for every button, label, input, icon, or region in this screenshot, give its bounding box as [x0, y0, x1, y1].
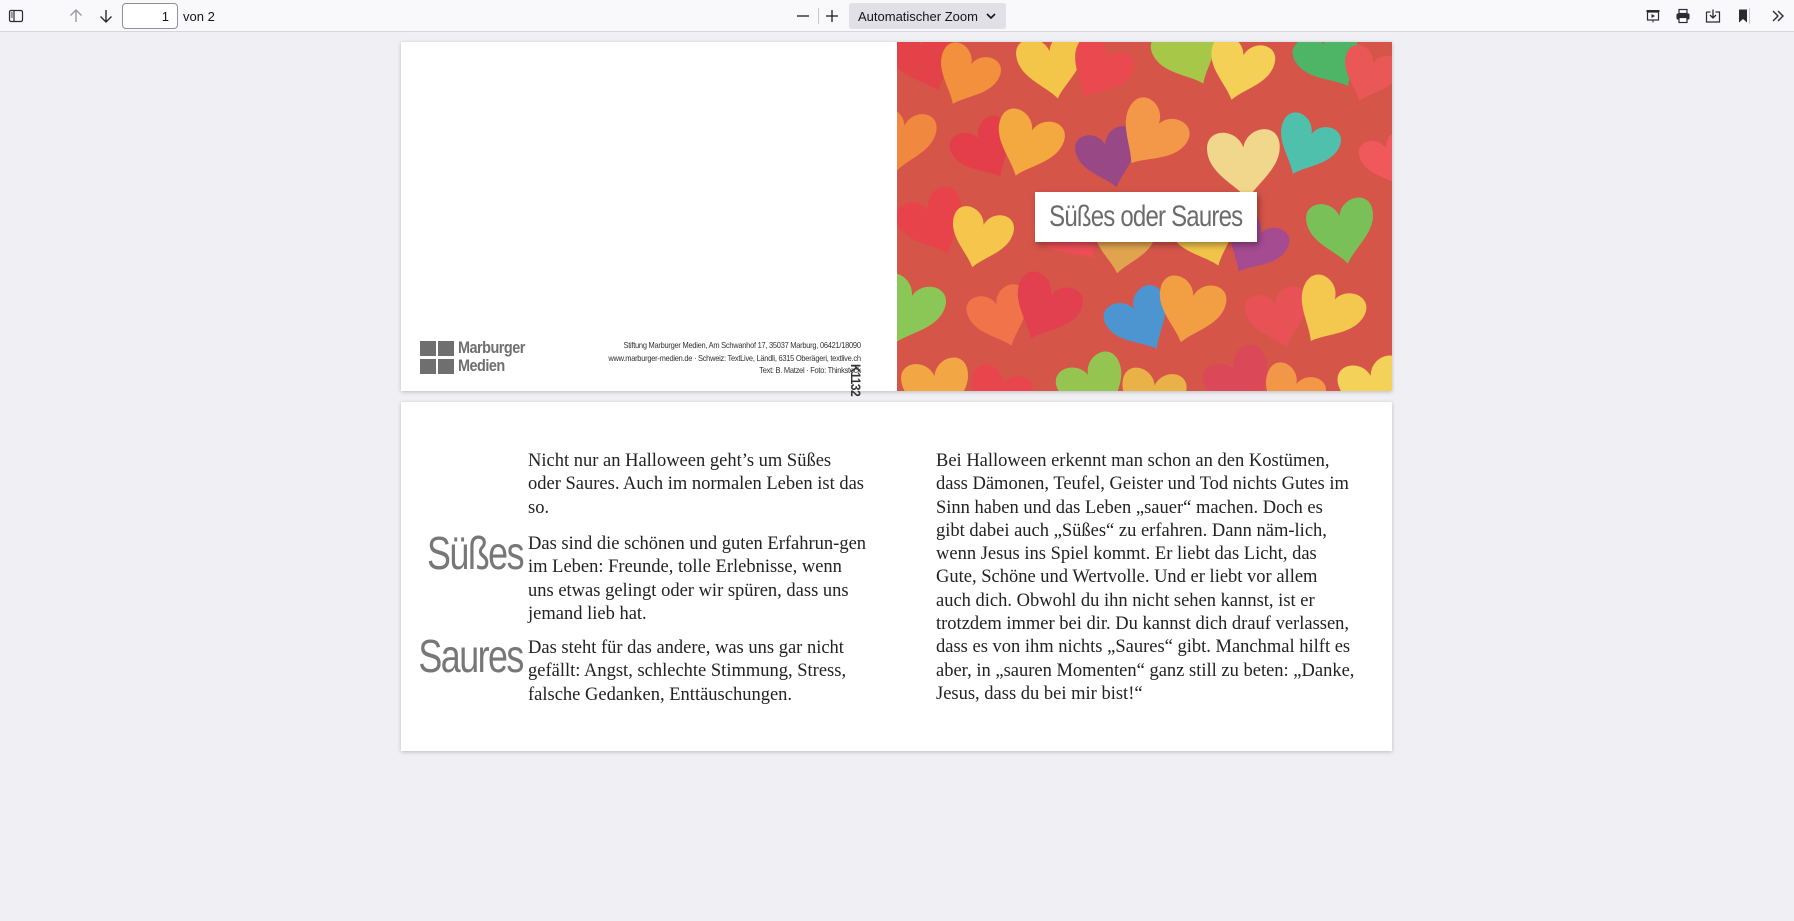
candy-hearts-photo: Süßes oder Saures	[897, 42, 1392, 391]
tools-separator	[1749, 8, 1750, 24]
sweet-heading: Süßes	[427, 527, 524, 579]
zoom-out-button[interactable]	[791, 4, 815, 28]
product-code: K1132	[848, 364, 864, 397]
publisher-logo-mark	[420, 341, 454, 375]
sweet-text-block: Das sind die schönen und guten Erfahrun-…	[528, 533, 868, 626]
sidebar-icon	[8, 8, 24, 24]
sour-heading: Saures	[418, 630, 525, 682]
imprint-line-1: Stiftung Marburger Medien, Am Schwanhof …	[623, 340, 862, 350]
zoom-in-button[interactable]	[820, 4, 844, 28]
sour-text-block: Das steht für das andere, was uns gar ni…	[528, 637, 873, 707]
pdf-toolbar: von 2 Automatischer Zoom	[0, 0, 1794, 32]
logo-text-line-1: Marburger	[458, 338, 525, 357]
sweet-paragraph: Das sind die schönen und guten Erfahrun-…	[528, 534, 867, 624]
logo-text-line-2: Medien	[458, 356, 505, 375]
right-text-block: Bei Halloween erkennt man schon an den K…	[936, 450, 1356, 706]
left-intro-text: Nicht nur an Halloween geht’s um Süßes o…	[528, 450, 868, 520]
imprint-block: Stiftung Marburger Medien, Am Schwanhof …	[608, 339, 862, 377]
imprint-line-3: Text: B. Matzel · Foto: Thinkstock	[759, 365, 862, 375]
download-icon	[1705, 8, 1721, 24]
pdf-page-2: Nicht nur an Halloween geht’s um Süßes o…	[401, 402, 1392, 751]
next-page-button[interactable]	[94, 4, 118, 28]
sour-paragraph: Das steht für das andere, was uns gar ni…	[528, 638, 847, 705]
arrow-down-icon	[98, 8, 114, 24]
bookmark-button[interactable]	[1731, 4, 1755, 28]
zoom-separator	[818, 8, 819, 24]
plus-icon	[824, 8, 840, 24]
page-count-label: von 2	[183, 9, 215, 24]
save-button[interactable]	[1701, 4, 1725, 28]
cover-title: Süßes oder Saures	[1049, 200, 1243, 233]
previous-page-button[interactable]	[64, 4, 88, 28]
zoom-select[interactable]: Automatischer Zoom	[849, 3, 1006, 29]
publisher-logo-text: Marburger Medien	[458, 339, 525, 375]
arrow-up-icon	[68, 8, 84, 24]
presentation-mode-button[interactable]	[1641, 4, 1665, 28]
printer-icon	[1675, 8, 1691, 24]
zoom-select-label: Automatischer Zoom	[858, 8, 978, 24]
right-paragraph: Bei Halloween erkennt man schon an den K…	[936, 451, 1355, 704]
sidebar-toggle-button[interactable]	[4, 4, 28, 28]
page-number-input[interactable]	[122, 3, 178, 29]
presentation-icon	[1645, 8, 1661, 24]
minus-icon	[795, 8, 811, 24]
cover-title-label: Süßes oder Saures	[1035, 192, 1257, 242]
double-chevron-right-icon	[1770, 8, 1786, 24]
print-button[interactable]	[1671, 4, 1695, 28]
tools-menu-button[interactable]	[1766, 4, 1790, 28]
intro-paragraph: Nicht nur an Halloween geht’s um Süßes o…	[528, 451, 864, 518]
pdf-page-1: Marburger Medien Stiftung Marburger Medi…	[401, 42, 1392, 396]
imprint-line-2: www.marburger-medien.de · Schweiz: TextL…	[608, 352, 862, 363]
chevron-down-icon	[985, 10, 997, 25]
